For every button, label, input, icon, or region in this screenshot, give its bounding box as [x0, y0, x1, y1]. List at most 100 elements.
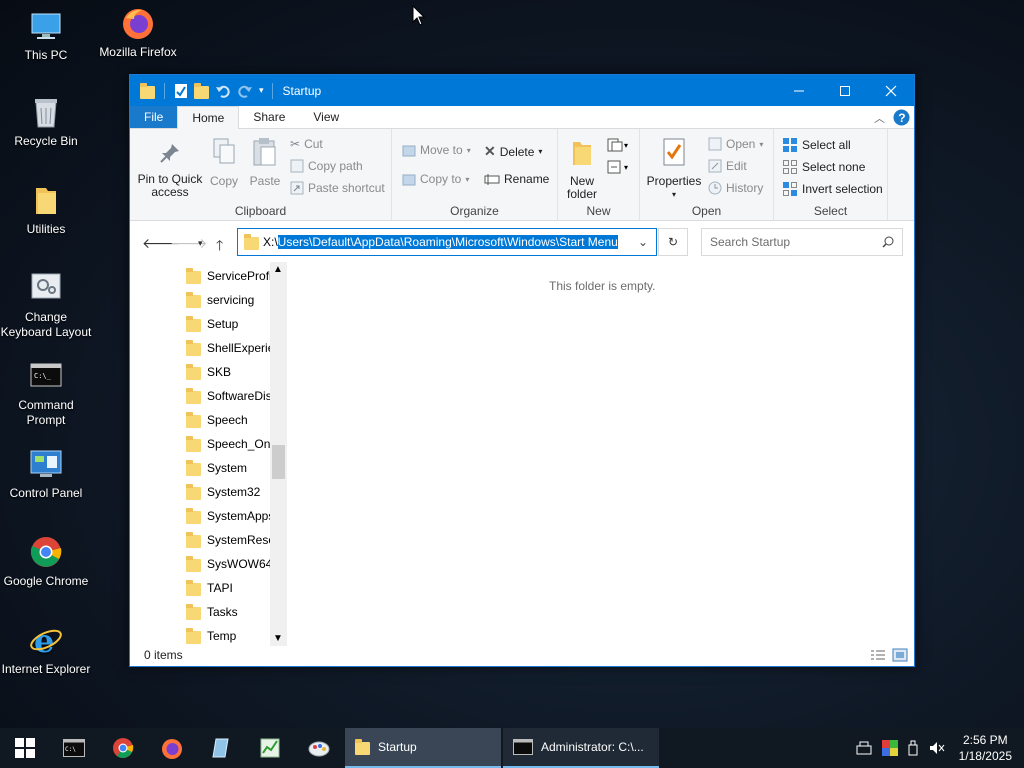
desktop-icon-utilities[interactable]: Utilities: [0, 182, 92, 237]
tab-view[interactable]: View: [299, 106, 353, 128]
nav-folder-item[interactable]: System: [186, 456, 270, 480]
collapse-ribbon-icon[interactable]: ︿: [874, 110, 885, 126]
nav-folder-item[interactable]: SystemReso: [186, 528, 270, 552]
new-folder-button[interactable]: New folder: [564, 139, 600, 201]
nav-folder-item[interactable]: Setup: [186, 312, 270, 336]
edit-button[interactable]: Edit: [708, 159, 747, 173]
taskbar-cmd-window[interactable]: Administrator: C:\...: [503, 728, 659, 768]
nav-folder-item[interactable]: SysWOW64: [186, 552, 270, 576]
nav-folder-item[interactable]: Tasks: [186, 600, 270, 624]
search-icon: [882, 236, 894, 248]
delete-button[interactable]: ✕ Delete ▾: [484, 143, 542, 160]
details-view-icon[interactable]: [870, 648, 886, 662]
desktop-icon-change-keyboard[interactable]: Change Keyboard Layout: [0, 270, 92, 340]
nav-folder-item[interactable]: System32: [186, 480, 270, 504]
paste-button[interactable]: Paste: [246, 137, 284, 188]
folder-icon: [186, 628, 201, 644]
search-box[interactable]: Search Startup: [701, 228, 903, 256]
start-button[interactable]: [0, 728, 49, 768]
refresh-button[interactable]: ↻: [658, 228, 688, 256]
nav-folder-item[interactable]: SoftwareDis: [186, 384, 270, 408]
taskbar-app-green[interactable]: [245, 728, 294, 768]
undo-icon[interactable]: [215, 83, 231, 99]
cmd-icon: C:\_: [28, 358, 64, 394]
properties-button[interactable]: Properties ▾: [644, 137, 704, 201]
paste-shortcut-button[interactable]: Paste shortcut: [290, 181, 385, 195]
dropdown-arrow-icon: ▾: [759, 139, 764, 149]
tab-share[interactable]: Share: [239, 106, 299, 128]
easy-access-icon[interactable]: ▾: [606, 159, 632, 175]
desktop-icon-chrome[interactable]: Google Chrome: [0, 534, 92, 589]
desktop-icon-internet-explorer[interactable]: e Internet Explorer: [0, 622, 92, 677]
qat-customize-icon[interactable]: ▾: [259, 85, 264, 96]
nav-folder-item[interactable]: SystemApps: [186, 504, 270, 528]
maximize-button[interactable]: [822, 75, 868, 106]
navigation-scrollbar[interactable]: ▲ ▼: [270, 262, 287, 646]
nav-folder-item[interactable]: ShellExperie: [186, 336, 270, 360]
nav-folder-item[interactable]: ServiceProfi: [186, 264, 270, 288]
navigation-pane[interactable]: ServiceProfi servicing Setup ShellExperie SK…: [130, 262, 288, 646]
network-settings-icon[interactable]: [855, 740, 873, 756]
folder-icon: [186, 292, 201, 308]
folder-icon: [186, 604, 201, 620]
taskbar-app-blue[interactable]: [196, 728, 245, 768]
properties-check-icon[interactable]: [174, 83, 188, 99]
taskbar-app-paint[interactable]: [294, 728, 343, 768]
system-clock[interactable]: 2:56 PM 1/18/2025: [959, 732, 1012, 764]
open-button[interactable]: Open ▾: [708, 137, 763, 151]
rename-button[interactable]: Rename: [484, 172, 549, 186]
move-to-icon: [402, 145, 416, 157]
cut-button[interactable]: ✂ Cut: [290, 137, 323, 151]
minimize-button[interactable]: [776, 75, 822, 106]
redo-icon[interactable]: [237, 83, 253, 99]
desktop-icon-recycle-bin[interactable]: Recycle Bin: [0, 94, 92, 149]
usb-device-icon[interactable]: [907, 740, 919, 756]
address-path[interactable]: X:\Users\Default\AppData\Roaming\Microso…: [263, 235, 618, 249]
taskbar-cmd[interactable]: C:\: [49, 728, 98, 768]
select-all-button[interactable]: Select all: [782, 137, 851, 153]
copy-to-button[interactable]: Copy to ▾: [402, 172, 469, 186]
tab-file[interactable]: File: [130, 106, 178, 128]
desktop-icon-control-panel[interactable]: Control Panel: [0, 446, 92, 501]
desktop-icon-firefox[interactable]: Mozilla Firefox: [92, 5, 184, 60]
address-dropdown-icon[interactable]: ⌄: [638, 235, 648, 249]
pin-quick-access-button[interactable]: Pin to Quick access: [136, 141, 204, 199]
folder-icon: [186, 556, 201, 572]
taskbar-chrome[interactable]: [98, 728, 147, 768]
scroll-up-icon[interactable]: ▲: [273, 264, 283, 275]
this-pc-icon: [28, 8, 64, 44]
nav-folder-item[interactable]: SKB: [186, 360, 270, 384]
nav-folder-item[interactable]: servicing: [186, 288, 270, 312]
volume-muted-icon[interactable]: [928, 740, 946, 756]
address-bar[interactable]: X:\Users\Default\AppData\Roaming\Microso…: [237, 228, 657, 256]
up-button[interactable]: 🡑: [216, 235, 223, 259]
copy-path-button[interactable]: Copy path: [290, 159, 363, 173]
desktop-icon-this-pc[interactable]: This PC: [0, 8, 92, 63]
nav-folder-item[interactable]: Speech_One: [186, 432, 270, 456]
new-item-icon[interactable]: ▾: [606, 137, 632, 153]
new-folder-icon[interactable]: [194, 82, 209, 99]
title-bar[interactable]: ▾ Startup: [130, 75, 914, 106]
desktop-icon-command-prompt[interactable]: C:\_ Command Prompt: [0, 358, 92, 428]
nav-folder-item[interactable]: Temp: [186, 624, 270, 646]
taskbar-explorer-startup[interactable]: Startup: [345, 728, 501, 768]
nav-folder-item[interactable]: Speech: [186, 408, 270, 432]
large-icons-view-icon[interactable]: [892, 648, 908, 662]
organize-group: Move to ▾ Copy to ▾ ✕ Delete ▾ Rename Organi…: [392, 129, 558, 221]
copy-button[interactable]: Copy: [206, 137, 242, 188]
color-app-icon[interactable]: [881, 740, 898, 756]
invert-selection-button[interactable]: Invert selection: [782, 181, 883, 197]
file-explorer-window[interactable]: ▾ Startup File Home Share View ︿ ? Pin t…: [129, 74, 915, 667]
select-none-button[interactable]: Select none: [782, 159, 865, 175]
recent-locations-icon[interactable]: ▾: [198, 238, 203, 249]
scrollbar-thumb[interactable]: [272, 445, 285, 479]
history-button[interactable]: History: [708, 181, 763, 195]
close-button[interactable]: [868, 75, 914, 106]
move-to-button[interactable]: Move to ▾: [402, 143, 471, 157]
help-icon[interactable]: ?: [893, 109, 910, 126]
taskbar-firefox[interactable]: [147, 728, 196, 768]
tab-home[interactable]: Home: [177, 106, 240, 130]
folder-icon: [186, 436, 201, 452]
scroll-down-icon[interactable]: ▼: [273, 633, 283, 644]
nav-folder-item[interactable]: TAPI: [186, 576, 270, 600]
